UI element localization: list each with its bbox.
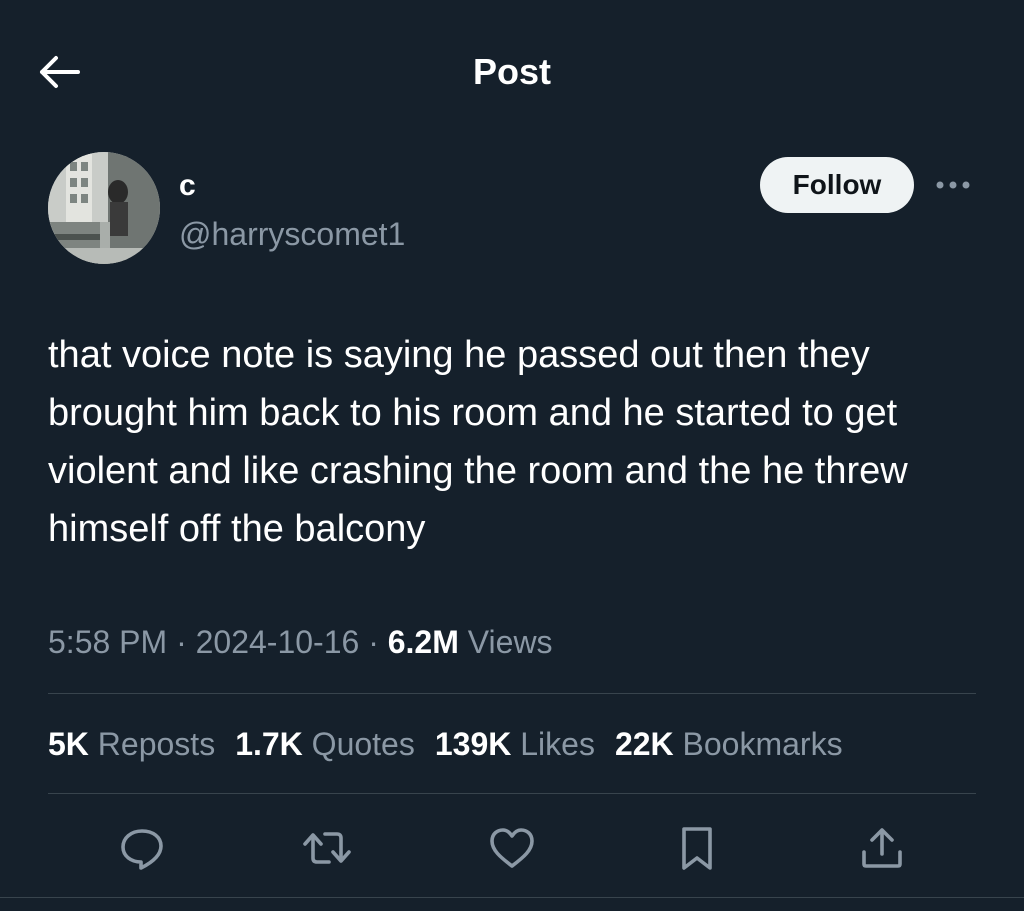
divider xyxy=(48,793,976,794)
divider xyxy=(48,693,976,694)
engagement-stats: 5K Reposts 1.7K Quotes 139K Likes 22K Bookm… xyxy=(48,722,863,766)
quotes-count: 1.7K xyxy=(235,726,303,762)
reply-icon xyxy=(121,829,163,870)
post-meta: 5:58 PM · 2024-10-16 · 6.2M Views xyxy=(48,620,553,664)
follow-button[interactable]: Follow xyxy=(760,157,914,213)
post-time[interactable]: 5:58 PM xyxy=(48,624,167,660)
more-dots-icon xyxy=(936,181,970,189)
views-count: 6.2M xyxy=(387,624,459,660)
likes-count: 139K xyxy=(434,726,512,762)
bookmarks-label: Bookmarks xyxy=(682,726,843,762)
like-icon xyxy=(490,828,534,868)
bookmark-icon xyxy=(682,827,712,870)
reposts-stat[interactable]: 5K Reposts xyxy=(48,726,215,762)
likes-label: Likes xyxy=(520,726,595,762)
header: Post xyxy=(0,0,1024,140)
quotes-stat[interactable]: 1.7K Quotes xyxy=(235,726,415,762)
quotes-label: Quotes xyxy=(311,726,415,762)
bookmarks-stat[interactable]: 22K Bookmarks xyxy=(615,726,843,762)
share-button[interactable] xyxy=(856,822,908,874)
reposts-label: Reposts xyxy=(97,726,216,762)
avatar-image xyxy=(48,152,160,264)
likes-stat[interactable]: 139K Likes xyxy=(435,726,595,762)
reply-button[interactable] xyxy=(116,822,168,874)
more-button[interactable] xyxy=(930,170,976,200)
bookmark-button[interactable] xyxy=(671,822,723,874)
share-icon xyxy=(862,828,902,868)
meta-separator: · xyxy=(359,624,388,660)
bottom-divider xyxy=(0,897,1024,898)
display-name[interactable]: c xyxy=(179,166,196,206)
bookmarks-count: 22K xyxy=(614,726,674,762)
page-title: Post xyxy=(472,51,551,92)
reposts-count: 5K xyxy=(48,726,89,762)
avatar[interactable] xyxy=(48,152,160,264)
post-date[interactable]: 2024-10-16 xyxy=(196,624,360,660)
like-button[interactable] xyxy=(486,822,538,874)
views-label: Views xyxy=(467,624,553,660)
repost-button[interactable] xyxy=(301,822,353,874)
meta-separator: · xyxy=(167,624,196,660)
post-text: that voice note is saying he passed out … xyxy=(48,334,908,550)
user-handle[interactable]: @harryscomet1 xyxy=(179,212,405,256)
repost-icon xyxy=(303,832,351,864)
